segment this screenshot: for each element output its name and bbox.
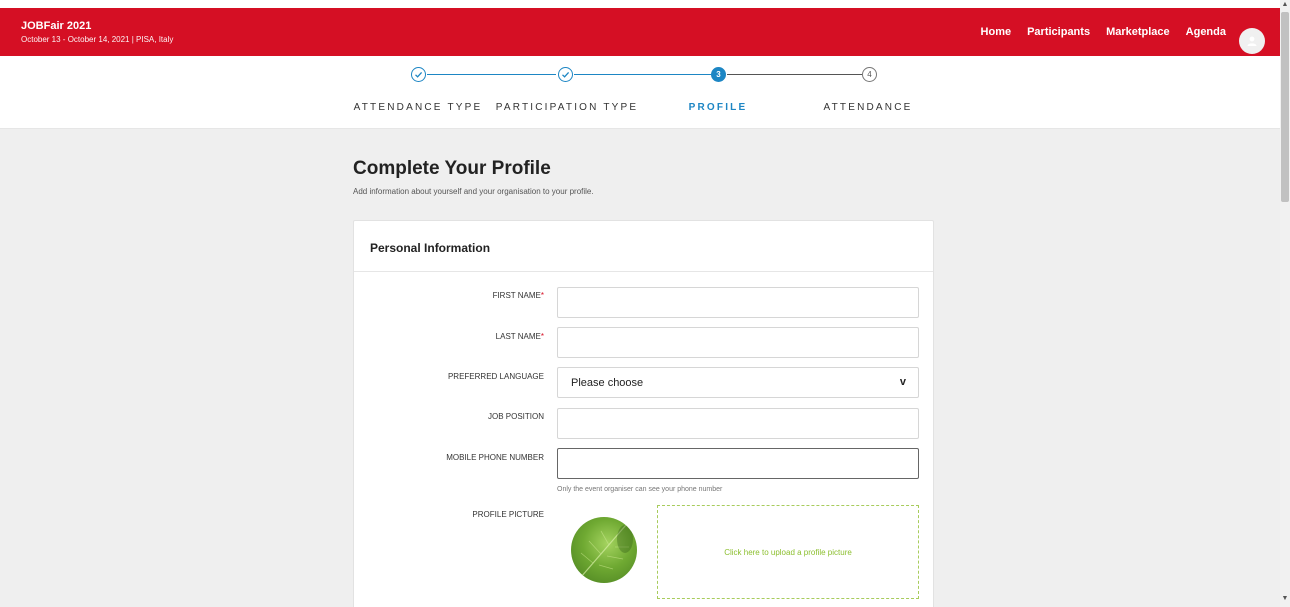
last-name-input[interactable] <box>557 327 919 358</box>
step-connector <box>727 74 862 75</box>
nav-home[interactable]: Home <box>981 26 1012 38</box>
step-2-check-icon[interactable] <box>558 67 573 82</box>
progress-stepper: 3 4 ATTENDANCE TYPE PARTICIPATION TYPE P… <box>0 56 1280 129</box>
main-nav: Home Participants Marketplace Agenda <box>981 26 1226 38</box>
step-label-attendance: ATTENDANCE <box>823 102 913 113</box>
nav-marketplace[interactable]: Marketplace <box>1106 26 1170 38</box>
preferred-language-label: PREFERRED LANGUAGE <box>447 372 544 381</box>
mobile-phone-hint: Only the event organiser can see your ph… <box>557 486 723 493</box>
scroll-up-icon[interactable]: ▲ <box>1280 1 1290 8</box>
page-scrollbar[interactable]: ▲ ▼ <box>1280 0 1290 607</box>
step-4-indicator: 4 <box>862 67 877 82</box>
step-1-check-icon[interactable] <box>411 67 426 82</box>
step-3-indicator: 3 <box>711 67 726 82</box>
scroll-down-icon[interactable]: ▼ <box>1280 595 1290 602</box>
event-title[interactable]: JOBFair 2021 <box>21 20 91 32</box>
top-strip <box>0 0 1280 8</box>
preferred-language-select[interactable]: Please choose v <box>557 367 919 398</box>
step-connector <box>427 74 556 75</box>
event-subtitle: October 13 - October 14, 2021 | PISA, It… <box>21 35 174 44</box>
job-position-input[interactable] <box>557 408 919 439</box>
section-title: Personal Information <box>354 221 933 272</box>
preferred-language-value: Please choose <box>571 377 644 389</box>
header-bar: JOBFair 2021 October 13 - October 14, 20… <box>0 8 1280 56</box>
last-name-label: LAST NAME* <box>495 332 544 341</box>
first-name-input[interactable] <box>557 287 919 318</box>
job-position-label: JOB POSITION <box>487 412 544 421</box>
personal-information-card: Personal Information FIRST NAME* LAST NA… <box>353 220 934 607</box>
user-icon <box>1247 36 1257 46</box>
mobile-phone-input[interactable] <box>557 448 919 479</box>
page-title: Complete Your Profile <box>353 158 551 179</box>
first-name-label: FIRST NAME* <box>492 291 544 300</box>
step-connector <box>574 74 711 75</box>
page-subtitle: Add information about yourself and your … <box>353 187 594 196</box>
user-avatar[interactable] <box>1239 28 1265 54</box>
mobile-phone-label: MOBILE PHONE NUMBER <box>446 453 544 462</box>
step-label-profile: PROFILE <box>688 102 748 113</box>
scroll-thumb[interactable] <box>1281 12 1289 202</box>
main-content: Complete Your Profile Add information ab… <box>0 129 1280 607</box>
upload-profile-picture-dropzone[interactable]: Click here to upload a profile picture <box>657 505 919 599</box>
step-label-attendance-type[interactable]: ATTENDANCE TYPE <box>354 102 483 113</box>
nav-participants[interactable]: Participants <box>1027 26 1090 38</box>
leaf-image <box>580 524 633 578</box>
profile-picture-preview <box>571 517 637 583</box>
chevron-down-icon: v <box>899 376 906 388</box>
profile-picture-label: PROFILE PICTURE <box>472 510 544 519</box>
step-label-participation-type[interactable]: PARTICIPATION TYPE <box>496 102 639 113</box>
nav-agenda[interactable]: Agenda <box>1186 26 1226 38</box>
